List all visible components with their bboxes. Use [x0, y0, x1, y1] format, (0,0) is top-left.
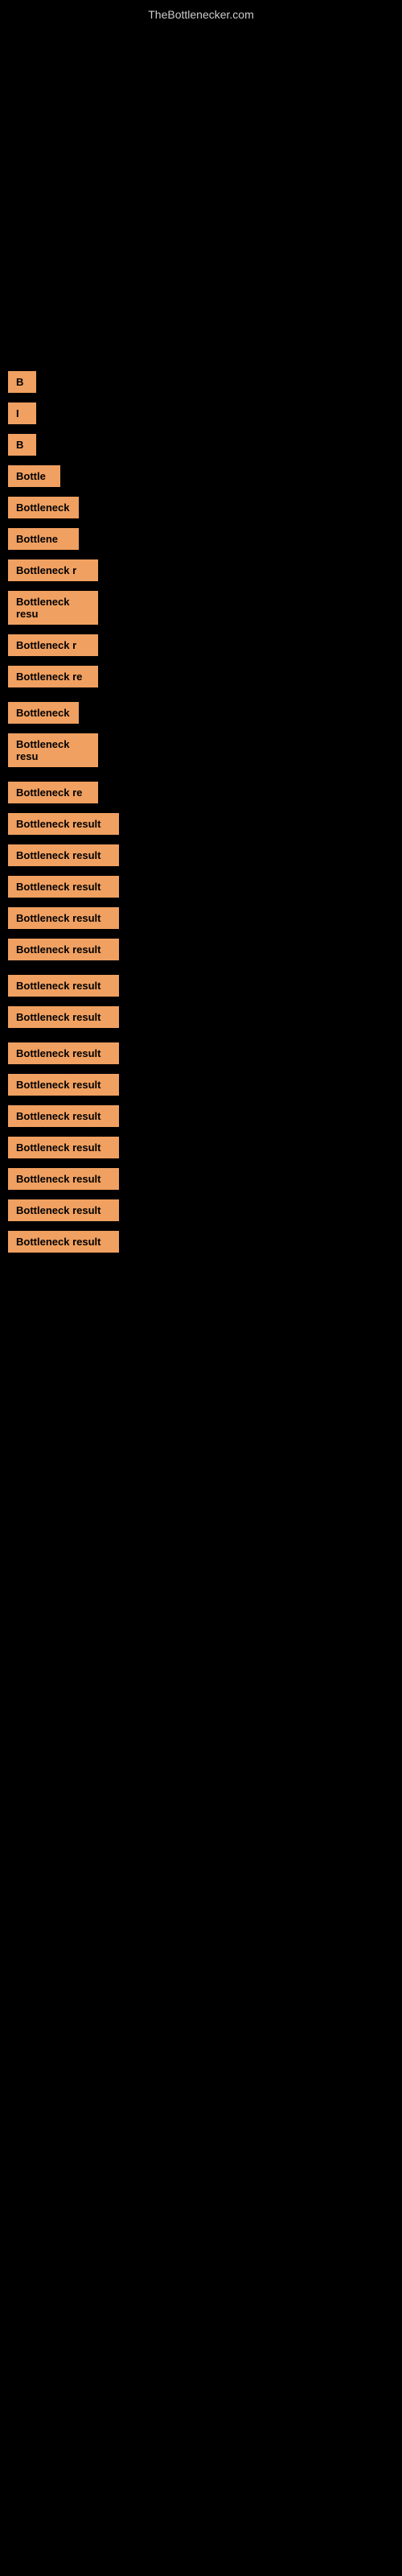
result-item: Bottleneck result: [8, 1137, 119, 1158]
result-item: Bottleneck result: [8, 939, 119, 960]
result-item: Bottlene: [8, 528, 79, 550]
result-item: Bottleneck r: [8, 559, 98, 581]
result-item: Bottleneck result: [8, 1006, 119, 1028]
result-item: Bottleneck: [8, 497, 79, 518]
main-container: BIB Bottle Bottleneck Bottlene Bottleneck r B…: [0, 25, 402, 1253]
site-title: TheBottlenecker.com: [0, 0, 402, 25]
black-section: [8, 25, 394, 363]
result-item: B: [8, 371, 36, 393]
result-item: Bottleneck result: [8, 907, 119, 929]
result-item: Bottleneck result: [8, 1042, 119, 1064]
result-item: Bottleneck result: [8, 876, 119, 898]
result-item: Bottleneck re: [8, 782, 98, 803]
result-item: Bottleneck resu: [8, 591, 98, 625]
result-item: Bottleneck result: [8, 844, 119, 866]
result-item: Bottleneck result: [8, 1168, 119, 1190]
result-item: Bottleneck r: [8, 634, 98, 656]
result-item: Bottleneck resu: [8, 733, 98, 767]
result-item: I: [8, 402, 36, 424]
result-item: Bottle: [8, 465, 60, 487]
result-item: B: [8, 434, 36, 456]
result-item: Bottleneck result: [8, 1199, 119, 1221]
results-section: BIB Bottle Bottleneck Bottlene Bottleneck r B…: [8, 363, 394, 1253]
result-item: Bottleneck result: [8, 1105, 119, 1127]
result-item: Bottleneck result: [8, 975, 119, 997]
result-item: Bottleneck result: [8, 813, 119, 835]
result-item: Bottleneck result: [8, 1231, 119, 1253]
result-item: Bottleneck re: [8, 666, 98, 687]
result-item: Bottleneck result: [8, 1074, 119, 1096]
result-item: Bottleneck: [8, 702, 79, 724]
